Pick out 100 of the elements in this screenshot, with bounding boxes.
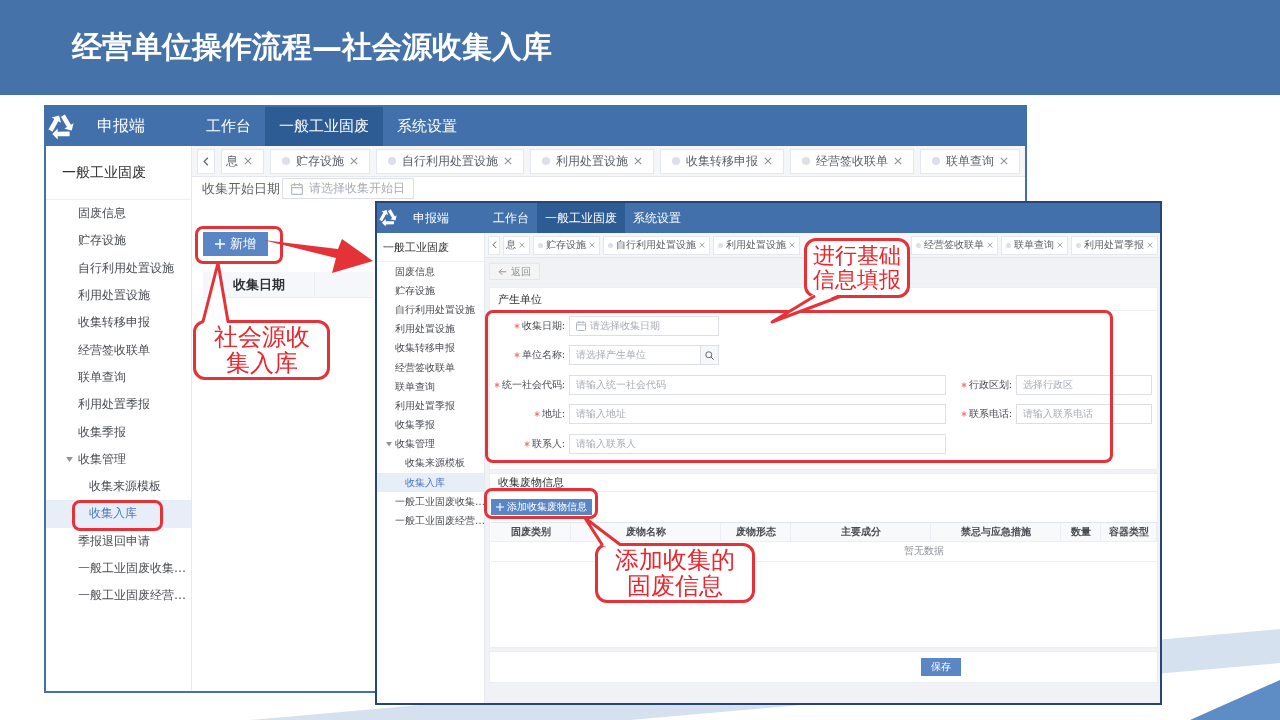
nav-tab[interactable]: 工作台 xyxy=(485,203,537,233)
close-icon xyxy=(504,157,512,165)
sidebar-title: 一般工业固废 xyxy=(46,146,191,200)
section-title: 收集废物信息 xyxy=(490,473,1157,492)
close-icon xyxy=(350,157,358,165)
dot-icon xyxy=(1076,242,1081,248)
menu-item[interactable]: 收集管理 xyxy=(377,434,484,454)
back-arrow-icon xyxy=(498,267,507,276)
add-button[interactable]: 新增 xyxy=(203,232,268,256)
nav-tab[interactable]: 工作台 xyxy=(192,107,265,146)
add-button[interactable]: 添加收集废物信息 xyxy=(491,498,592,515)
nav-tab[interactable]: 一般工业固废 xyxy=(537,203,625,233)
dot-icon xyxy=(802,157,810,165)
search-icon xyxy=(705,350,714,360)
nav-tab[interactable]: 系统设置 xyxy=(383,107,471,146)
dot-icon xyxy=(718,242,723,248)
menu-item[interactable]: 联单查询 xyxy=(377,377,484,397)
tab[interactable]: 贮存设施 xyxy=(270,148,370,174)
search-button[interactable] xyxy=(701,345,719,366)
dot-icon xyxy=(608,242,613,248)
menu-item[interactable]: 利用处置设施 xyxy=(377,319,484,339)
tab[interactable]: 利用处置设施 xyxy=(713,235,800,255)
dot-icon xyxy=(282,157,290,165)
column-header: 废物形态 xyxy=(721,522,791,541)
callout: 社会源收集入库 xyxy=(193,320,330,380)
menu-item[interactable]: 固废信息 xyxy=(46,200,191,228)
menu-item[interactable]: 收集季报 xyxy=(377,415,484,435)
menu-item[interactable]: 经营签收联单 xyxy=(46,336,191,364)
callout: 添加收集的固废信息 xyxy=(595,543,755,603)
menu-item[interactable]: 自行利用处置设施 xyxy=(377,300,484,320)
tab[interactable]: 联单查询 xyxy=(1001,235,1068,255)
dot-icon xyxy=(932,157,940,165)
nav-tab[interactable]: 系统设置 xyxy=(625,203,689,233)
column-header: 禁忌与应急措施 xyxy=(931,522,1061,541)
close-icon xyxy=(519,242,525,248)
submenu-item[interactable]: 收集来源模板 xyxy=(377,453,484,474)
save-button[interactable]: 保存 xyxy=(920,657,961,676)
nav-tab[interactable]: 一般工业固废 xyxy=(265,107,383,146)
tab[interactable]: 息 xyxy=(221,148,264,174)
menu-item[interactable]: 一般工业固废经营… xyxy=(377,511,484,531)
menu-item[interactable]: 收集管理 xyxy=(46,445,191,473)
close-icon xyxy=(764,157,772,165)
tab[interactable]: 利用处置设施 xyxy=(530,148,654,174)
menu-item[interactable]: 自行利用处置设施 xyxy=(46,254,191,282)
menu-item[interactable]: 利用处置季报 xyxy=(377,396,484,416)
close-icon xyxy=(987,242,993,248)
dot-icon xyxy=(1006,242,1011,248)
column-header: 数量 xyxy=(1061,522,1101,541)
scroll-left-button[interactable] xyxy=(488,235,500,255)
tab[interactable]: 联单查询 xyxy=(920,148,1020,174)
menu-item[interactable]: 固废信息 xyxy=(377,262,484,282)
menu-item[interactable]: 季报退回申请 xyxy=(46,527,191,555)
field-label: 地址: xyxy=(541,407,565,422)
menu-item[interactable]: 利用处置季报 xyxy=(46,391,191,419)
close-icon xyxy=(789,242,795,248)
tab[interactable]: 经营签收联单 xyxy=(790,148,914,174)
tab[interactable]: 自行利用处置设施 xyxy=(376,148,524,174)
close-icon xyxy=(244,157,252,165)
tab[interactable]: 息 xyxy=(503,235,530,255)
menu-item[interactable]: 收集转移申报 xyxy=(46,309,191,337)
app-name: 申报端 xyxy=(97,116,145,137)
menu-item[interactable]: 贮存设施 xyxy=(377,281,484,301)
menu-item[interactable]: 收集转移申报 xyxy=(377,338,484,358)
chevron-left-icon xyxy=(203,156,209,166)
close-icon xyxy=(589,242,595,248)
tab[interactable]: 利用处置季报 xyxy=(1071,235,1158,255)
close-icon xyxy=(634,157,642,165)
scroll-left-button[interactable] xyxy=(197,148,215,174)
column-header: 主要成分 xyxy=(791,522,931,541)
dot-icon xyxy=(672,157,680,165)
menu-item[interactable]: 贮存设施 xyxy=(46,227,191,255)
field-label: 统一社会代码: xyxy=(501,377,565,392)
tab[interactable]: 自行利用处置设施 xyxy=(603,235,710,255)
menu-item[interactable]: 收集季报 xyxy=(46,418,191,446)
dot-icon xyxy=(542,157,550,165)
menu-item[interactable]: 联单查询 xyxy=(46,363,191,392)
close-icon xyxy=(1147,242,1153,248)
plus-icon xyxy=(496,502,504,511)
tab[interactable]: 贮存设施 xyxy=(533,235,600,255)
column-header: 容器类型 xyxy=(1101,522,1157,541)
field-label: 联系电话: xyxy=(968,407,1012,422)
submenu-item[interactable]: 收集入库 xyxy=(377,473,484,493)
empty-text: 暂无数据 xyxy=(904,544,944,558)
dot-icon xyxy=(538,242,543,248)
menu-item[interactable]: 一般工业固废经营… xyxy=(46,582,191,610)
close-icon xyxy=(1057,242,1063,248)
submenu-item[interactable]: 收集来源模板 xyxy=(46,472,191,501)
field-label: 单位名称: xyxy=(521,348,565,363)
menu-item[interactable]: 利用处置设施 xyxy=(46,281,191,310)
column-header: 固废类别 xyxy=(491,522,571,541)
app-name: 申报端 xyxy=(413,209,449,227)
field-label: 收集开始日期 xyxy=(202,179,281,198)
tab[interactable]: 经营签收联单 xyxy=(911,235,998,255)
close-icon xyxy=(699,242,705,248)
menu-item[interactable]: 一般工业固废收集… xyxy=(377,492,484,512)
menu-item[interactable]: 一般工业固废收集… xyxy=(46,554,191,583)
dot-icon xyxy=(916,242,921,248)
tab[interactable]: 收集转移申报 xyxy=(660,148,784,174)
chevron-left-icon xyxy=(491,241,497,249)
menu-item[interactable]: 经营签收联单 xyxy=(377,357,484,378)
